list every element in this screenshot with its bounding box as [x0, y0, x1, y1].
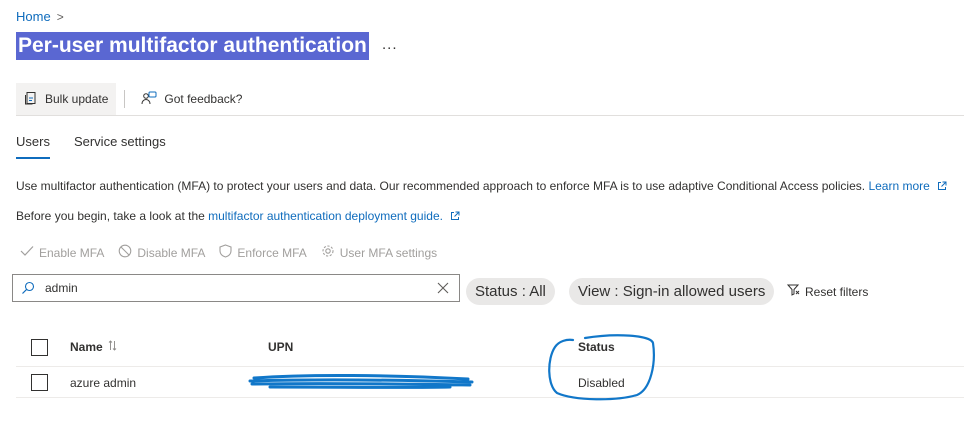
- reset-filters-button[interactable]: Reset filters: [786, 284, 869, 299]
- user-mfa-settings-label: User MFA settings: [339, 245, 438, 260]
- view-filter-pill[interactable]: View : Sign-in allowed users: [569, 278, 775, 305]
- bulk-update-button[interactable]: Bulk update: [16, 83, 117, 115]
- tab-bar: Users Service settings: [16, 134, 190, 159]
- command-bar-divider: [16, 115, 964, 116]
- header-divider: [16, 366, 964, 367]
- enable-mfa-label: Enable MFA: [39, 245, 105, 260]
- user-name-cell[interactable]: azure admin: [70, 376, 136, 390]
- bulk-update-icon: [24, 91, 38, 108]
- enforce-mfa-label: Enforce MFA: [237, 245, 307, 260]
- block-icon: [118, 244, 132, 261]
- row-divider: [16, 397, 964, 398]
- search-input[interactable]: admin: [45, 281, 437, 295]
- reset-filters-label: Reset filters: [805, 284, 869, 299]
- annotation-circle: [548, 334, 655, 401]
- info-text-2: Before you begin, take a look at the: [16, 209, 205, 223]
- redaction-scribble: [248, 373, 474, 389]
- learn-more-link[interactable]: Learn more: [868, 179, 929, 193]
- mfa-actions-bar: Enable MFA Disable MFA Enforce MFA User …: [20, 244, 437, 261]
- command-bar: Bulk update Got feedback?: [16, 83, 250, 115]
- shield-icon: [219, 244, 232, 261]
- column-name-label: Name: [70, 340, 103, 354]
- row-checkbox[interactable]: [31, 374, 48, 391]
- search-icon: [21, 281, 35, 295]
- breadcrumb-home-link[interactable]: Home: [16, 9, 51, 24]
- search-box[interactable]: admin: [12, 274, 460, 302]
- disable-mfa-button[interactable]: Disable MFA: [118, 244, 205, 261]
- filter-icon: [786, 284, 800, 299]
- gear-icon: [321, 244, 335, 261]
- feedback-button[interactable]: Got feedback?: [133, 83, 250, 115]
- enforce-mfa-button[interactable]: Enforce MFA: [219, 244, 307, 261]
- info-line-2: Before you begin, take a look at the mul…: [16, 209, 460, 224]
- user-mfa-settings-button[interactable]: User MFA settings: [321, 244, 437, 261]
- enable-mfa-button[interactable]: Enable MFA: [20, 245, 104, 260]
- command-divider: [124, 90, 126, 108]
- status-filter-pill[interactable]: Status : All: [466, 278, 555, 305]
- deployment-guide-link[interactable]: multifactor authentication deployment gu…: [208, 209, 443, 223]
- column-header-name[interactable]: Name: [70, 340, 117, 354]
- feedback-icon: [141, 91, 157, 108]
- breadcrumb: Home >: [16, 9, 64, 24]
- tab-users[interactable]: Users: [16, 134, 50, 159]
- external-link-icon: [450, 210, 460, 224]
- info-text-1: Use multifactor authentication (MFA) to …: [16, 179, 866, 193]
- select-all-checkbox[interactable]: [31, 339, 48, 356]
- external-link-icon: [937, 180, 947, 194]
- sort-icon: [108, 340, 117, 354]
- more-options-button[interactable]: ...: [382, 36, 398, 53]
- tab-service-settings[interactable]: Service settings: [74, 134, 166, 159]
- info-line-1: Use multifactor authentication (MFA) to …: [16, 179, 947, 194]
- page-title: Per-user multifactor authentication: [16, 32, 369, 60]
- breadcrumb-separator: >: [56, 9, 64, 24]
- checkmark-icon: [20, 245, 34, 260]
- clear-search-icon[interactable]: [437, 282, 449, 294]
- feedback-label: Got feedback?: [164, 92, 243, 106]
- bulk-update-label: Bulk update: [45, 92, 109, 106]
- column-header-upn[interactable]: UPN: [268, 340, 293, 354]
- disable-mfa-label: Disable MFA: [137, 245, 206, 260]
